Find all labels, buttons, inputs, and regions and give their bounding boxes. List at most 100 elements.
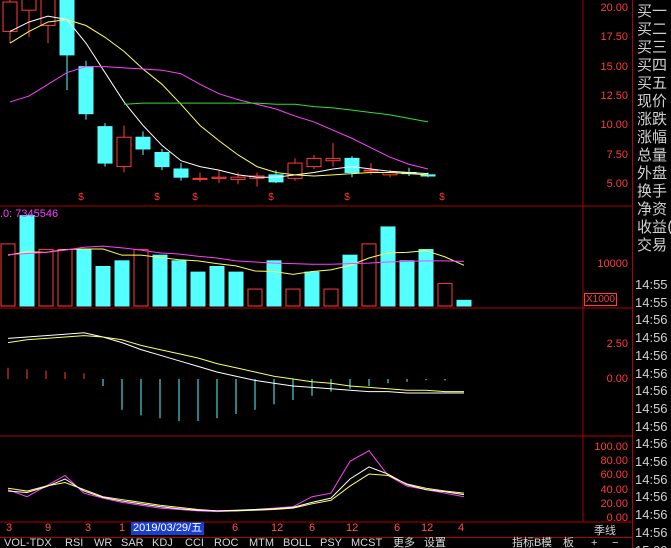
volume-bar: [304, 271, 320, 307]
volume-bar: [342, 254, 358, 307]
volume-bar: [456, 299, 472, 307]
candle-body: [325, 157, 341, 162]
tick-time: 14:56: [635, 471, 668, 487]
price-axis-tick: 17.50: [600, 31, 628, 44]
quote-label: 买五: [637, 74, 668, 92]
bottom-control[interactable]: 板: [563, 538, 574, 548]
indicator-tab[interactable]: 更多: [393, 538, 415, 548]
tick-time: 14:55: [635, 294, 668, 310]
price-axis-tick: 10.00: [600, 119, 628, 132]
volume-bar: [228, 271, 244, 307]
tick-time: 14:56: [635, 436, 668, 452]
candle-body: [192, 177, 208, 180]
dividend-marker: $: [439, 192, 445, 203]
volume-bar: [0, 243, 16, 307]
kdj-j-line: [7, 466, 465, 512]
tick-time: 14:56: [635, 365, 668, 381]
candle-body: [287, 162, 303, 179]
x-axis-tick: 1: [119, 522, 126, 534]
candle-body: [230, 176, 246, 181]
bottom-control[interactable]: −: [612, 538, 618, 548]
volume-bar: [95, 265, 111, 307]
candle-body: [78, 66, 94, 115]
macd-axis-tick: 2.50: [606, 338, 628, 350]
x-axis-tick: 3: [6, 522, 13, 534]
price-axis-tick: 5.00: [606, 178, 628, 191]
candle-body: [268, 174, 284, 183]
volume-bar: [38, 249, 54, 307]
kdj-axis-tick: 80.00: [600, 455, 628, 468]
bottom-control[interactable]: 指标B: [512, 538, 541, 548]
price-axis-tick: 20.00: [600, 1, 628, 14]
tick-time: 14:56: [635, 454, 668, 469]
tick-time: 14:56: [635, 489, 668, 505]
indicator-tab[interactable]: CCI: [185, 538, 204, 548]
volume-bar: [247, 288, 263, 307]
indicator-tab[interactable]: PSY: [320, 538, 342, 548]
quote-label: 买四: [637, 56, 668, 74]
volume-axis-tick: 10000: [597, 258, 628, 270]
volume-bar: [209, 265, 225, 307]
price-axis-tick: 15.00: [600, 60, 628, 73]
x-axis-tick: 12: [346, 522, 359, 534]
candle-body: [154, 151, 170, 168]
quote-label: 买三: [637, 38, 668, 56]
ma20-line: [9, 66, 429, 170]
price-axis-tick: 12.50: [600, 90, 628, 103]
volume-bar: [171, 260, 187, 307]
volume-bar: [190, 271, 206, 307]
candle-body: [306, 157, 322, 168]
x-axis-tick: 3: [85, 522, 92, 534]
cursor-date: 2019/03/29/五: [131, 522, 205, 535]
indicator-tab[interactable]: MTM: [249, 538, 274, 548]
quote-side-panel: 买一 买二 买三 买四 买五 现价 涨跌 涨幅 总量 外盘 换手 净资 收益(交易 14:55 14:55…: [632, 0, 671, 548]
bottom-control[interactable]: 模: [541, 538, 552, 548]
chart-canvas[interactable]: $ $ $ $ $ $: [0, 0, 632, 548]
dividend-marker: $: [344, 192, 350, 203]
x-axis-tick: 6: [394, 522, 401, 534]
tick-time: 14:56: [635, 507, 668, 523]
kdj-axis-tick: 40.00: [600, 483, 628, 496]
dividend-marker: $: [192, 192, 198, 203]
kdj-axis-tick: 60.00: [600, 469, 628, 482]
indicator-tab[interactable]: BOLL: [283, 538, 311, 548]
bottom-control[interactable]: +: [591, 538, 597, 548]
volume-bar: [399, 260, 415, 307]
volume-bar: [266, 260, 282, 307]
volume-bar: [152, 254, 168, 307]
dividend-marker: $: [78, 192, 84, 203]
quote-label: 外盘: [637, 164, 668, 182]
candle-body: [2, 1, 18, 32]
volume-bar: [437, 282, 453, 307]
quote-label: 买一: [637, 2, 668, 20]
volume-bar: [380, 226, 396, 307]
indicator-tab[interactable]: RSI: [65, 538, 83, 548]
indicator-tab[interactable]: 设置: [424, 538, 446, 548]
candle-body: [363, 169, 379, 172]
indicator-tab[interactable]: KDJ: [152, 538, 173, 548]
volume-bar: [133, 249, 149, 307]
x-axis-tick: 6: [232, 522, 239, 534]
candle-body: [344, 157, 360, 173]
volume-unit-badge: X1000: [584, 293, 617, 306]
dividend-marker: $: [268, 192, 274, 203]
indicator-tab[interactable]: MCST: [351, 538, 382, 548]
indicator-tab[interactable]: VOL-TDX: [4, 538, 52, 548]
quote-label: 涨幅: [637, 128, 668, 146]
quote-label: 买二: [637, 20, 668, 38]
volume-ma2-line: [7, 245, 465, 265]
ma60-line: [123, 102, 429, 123]
quote-label: 交易: [637, 236, 668, 254]
kdj-axis-tick: 100.00: [594, 441, 628, 454]
indicator-tab[interactable]: ROC: [214, 538, 238, 548]
candle-body: [116, 136, 132, 168]
tick-time: 14:56: [635, 383, 668, 399]
volume-bar: [361, 243, 377, 307]
period-label[interactable]: 季线: [594, 522, 616, 538]
volume-bar: [114, 260, 130, 307]
quote-label: 换手: [637, 182, 668, 200]
indicator-tab[interactable]: SAR: [121, 538, 144, 548]
quote-label: 涨跌: [637, 110, 668, 128]
candle-body: [59, 0, 75, 56]
indicator-tab[interactable]: WR: [94, 538, 112, 548]
